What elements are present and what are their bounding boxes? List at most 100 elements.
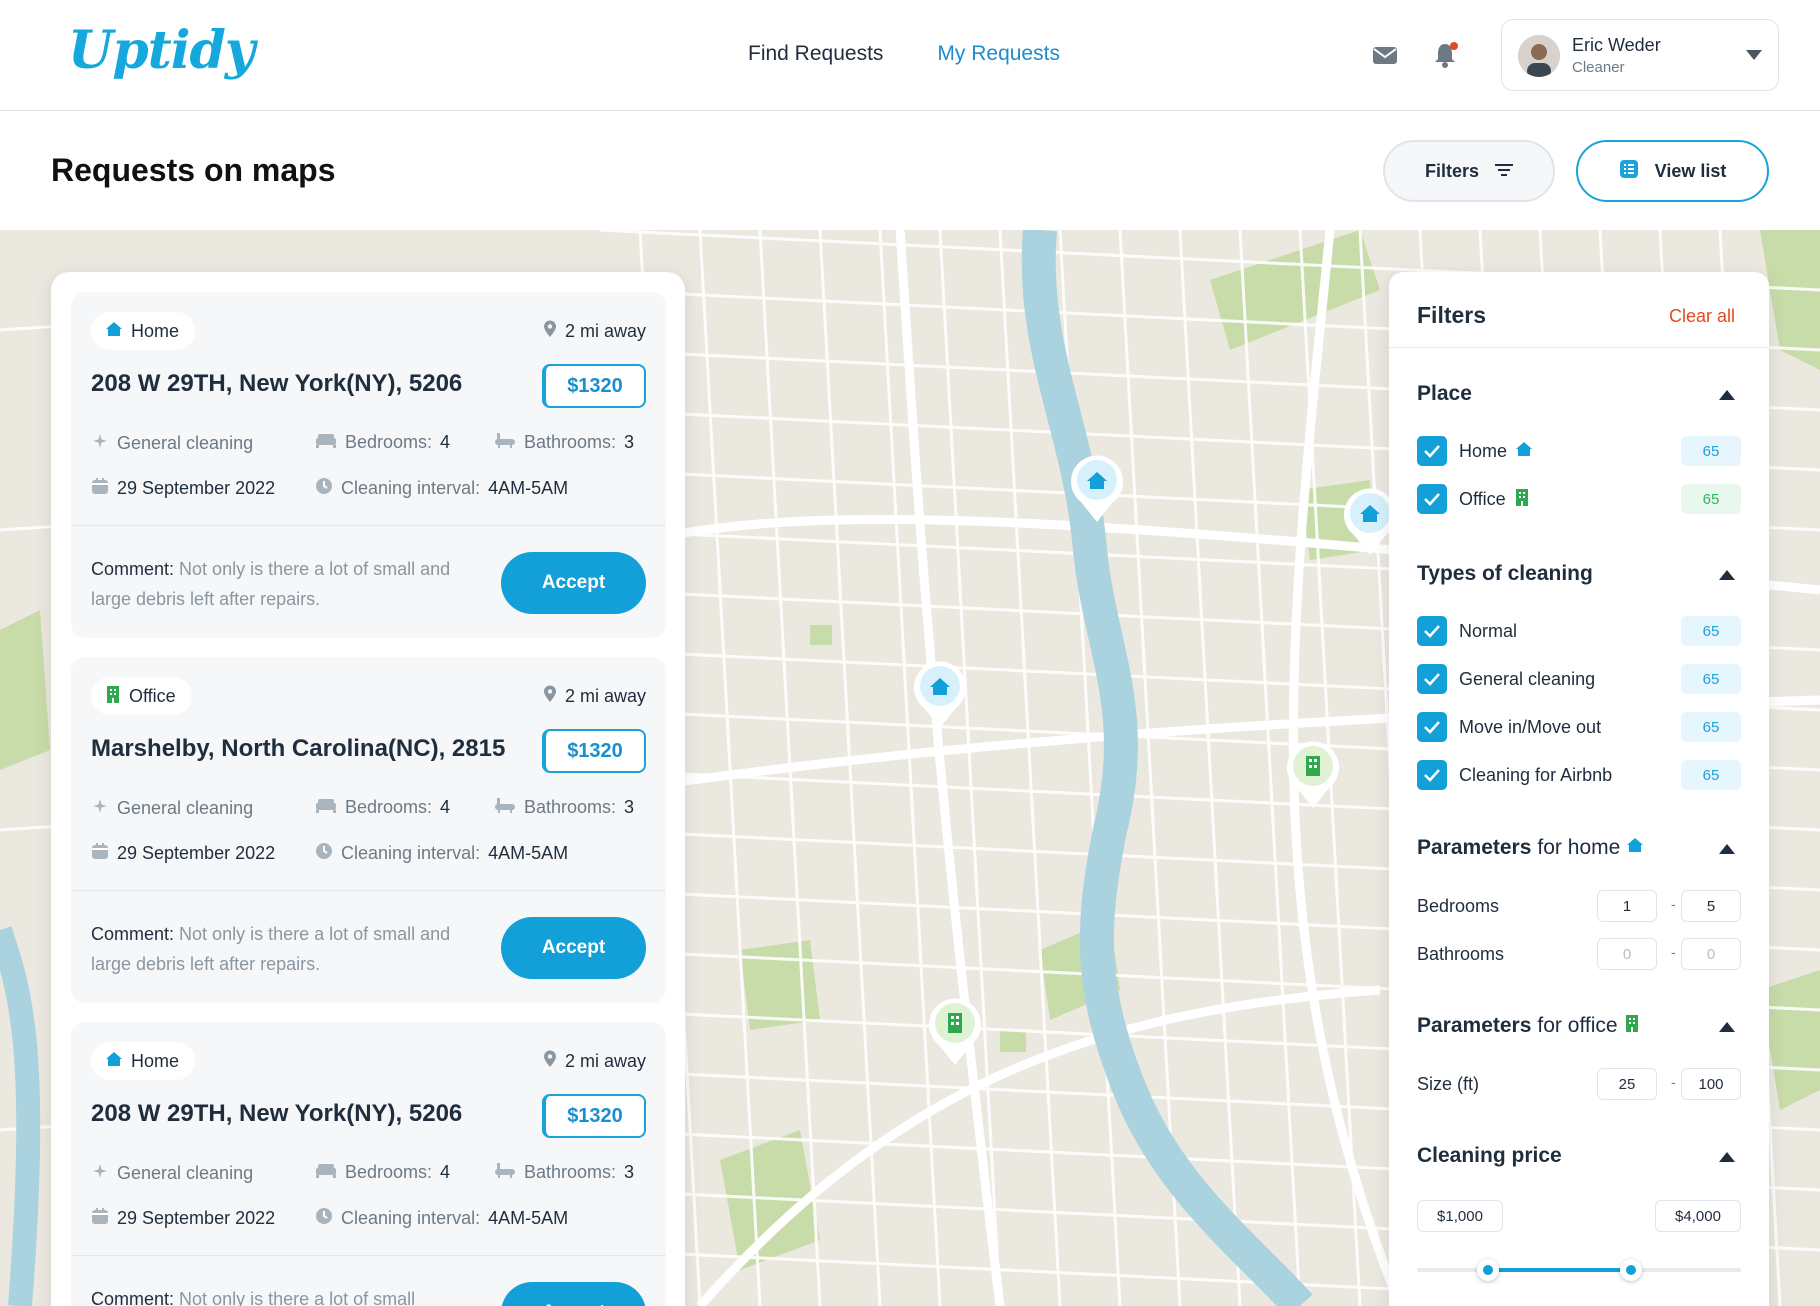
price-max-input[interactable]: $4,000 — [1655, 1200, 1741, 1232]
checkbox-type-airbnb[interactable]: Cleaning for Airbnb 65 — [1417, 760, 1741, 790]
cleaning-type-text: General cleaning — [117, 798, 254, 818]
bathrooms-label: Bathrooms: — [524, 1162, 617, 1182]
checkbox-checked[interactable] — [1417, 760, 1447, 790]
section-office-params-bold: Parameters — [1417, 1014, 1532, 1037]
checkbox-checked[interactable] — [1417, 712, 1447, 742]
clock-icon — [315, 477, 333, 500]
filters-button[interactable]: Filters — [1383, 140, 1555, 202]
request-card-details: Home 2 mi away 208 W 29TH, New York(NY),… — [71, 1022, 666, 1256]
calendar-icon — [91, 842, 109, 865]
checkbox-place-office[interactable]: Office 65 — [1417, 484, 1741, 514]
request-card[interactable]: Home 2 mi away 208 W 29TH, New York(NY),… — [71, 292, 666, 638]
bedrooms-label: Bedrooms: — [345, 1162, 433, 1182]
checkbox-type-general[interactable]: General cleaning 65 — [1417, 664, 1741, 694]
request-card[interactable]: Office 2 mi away Marshelby, North Caroli… — [71, 657, 666, 1003]
section-price-label: Cleaning price — [1417, 1144, 1562, 1167]
place-badge: Home — [91, 1042, 196, 1080]
bedrooms-range-label: Bedrooms — [1417, 896, 1500, 916]
size-range: Size (ft) 25 - 100 — [1417, 1068, 1741, 1100]
cleaning-type: General cleaning — [91, 797, 253, 820]
bedrooms-value: 4 — [440, 1162, 451, 1182]
section-place-label: Place — [1417, 382, 1472, 405]
checkbox-checked[interactable] — [1417, 664, 1447, 694]
size-range-label: Size (ft) — [1417, 1074, 1480, 1094]
request-card[interactable]: Home 2 mi away 208 W 29TH, New York(NY),… — [71, 1022, 666, 1306]
cleaning-date: 29 September 2022 — [91, 477, 275, 500]
main-nav: Find Requests My Requests — [748, 42, 1060, 66]
chevron-up-icon[interactable] — [1719, 570, 1735, 580]
accept-button[interactable]: Accept — [501, 552, 646, 614]
price-badge: $1320 — [542, 729, 646, 773]
filters-header: Filters Clear all — [1389, 272, 1769, 348]
checkbox-checked[interactable] — [1417, 436, 1447, 466]
size-max-input[interactable]: 100 — [1681, 1068, 1741, 1100]
size-min-input[interactable]: 25 — [1597, 1068, 1657, 1100]
accept-button[interactable]: Accept — [501, 917, 646, 979]
date-value: 29 September 2022 — [117, 478, 276, 498]
price-min-handle[interactable] — [1477, 1259, 1500, 1281]
bathrooms-range-label: Bathrooms — [1417, 944, 1505, 964]
map-pin-office[interactable] — [925, 995, 985, 1067]
chevron-up-icon[interactable] — [1719, 1152, 1735, 1162]
range-dash: - — [1671, 1074, 1676, 1090]
bedrooms-max-input[interactable]: 5 — [1681, 890, 1741, 922]
request-comment: Comment: Not only is there a lot of smal… — [91, 554, 471, 614]
price-min-input[interactable]: $1,000 — [1417, 1200, 1503, 1232]
place-label: Home — [131, 320, 180, 341]
bathrooms-max-input[interactable]: 0 — [1681, 938, 1741, 970]
bathrooms-label: Bathrooms: — [524, 432, 617, 452]
user-menu[interactable]: Eric Weder Cleaner — [1501, 19, 1779, 91]
map-pin-home[interactable] — [1067, 452, 1127, 524]
checkbox-type-move[interactable]: Move in/Move out 65 — [1417, 712, 1741, 742]
bathtub-icon — [494, 1162, 516, 1183]
chevron-down-icon[interactable] — [1746, 50, 1762, 60]
cleaning-type-text: General cleaning — [117, 1163, 254, 1183]
map-pin-home[interactable] — [910, 658, 970, 730]
section-home-params-light: for home — [1537, 836, 1621, 859]
comment-label: Comment: — [91, 559, 175, 579]
bedrooms-label: Bedrooms: — [345, 432, 433, 452]
clear-all-link[interactable]: Clear all — [1669, 306, 1735, 327]
checkbox-type-normal[interactable]: Normal 65 — [1417, 616, 1741, 646]
interval-label: Cleaning interval: — [341, 1208, 481, 1228]
chevron-up-icon[interactable] — [1719, 844, 1735, 854]
count-badge: 65 — [1681, 712, 1741, 742]
chevron-up-icon[interactable] — [1719, 390, 1735, 400]
place-badge: Office — [91, 677, 192, 715]
home-icon — [105, 1050, 123, 1073]
requests-list-panel[interactable]: Home 2 mi away 208 W 29TH, New York(NY),… — [51, 272, 685, 1306]
price-range-fill — [1488, 1268, 1631, 1272]
notification-bell-icon[interactable] — [1430, 40, 1460, 70]
avatar — [1518, 35, 1560, 77]
view-list-button[interactable]: View list — [1576, 140, 1769, 202]
bed-icon — [315, 1162, 337, 1183]
bathrooms-range: Bathrooms 0 - 0 — [1417, 938, 1741, 970]
checkbox-label: Normal — [1459, 620, 1518, 641]
date-value: 29 September 2022 — [117, 843, 276, 863]
interval-label: Cleaning interval: — [341, 478, 481, 498]
comment-label: Comment: — [91, 1289, 175, 1306]
checkbox-place-home[interactable]: Home 65 — [1417, 436, 1741, 466]
chevron-up-icon[interactable] — [1719, 1022, 1735, 1032]
count-badge: 65 — [1681, 436, 1741, 466]
location-pin-icon — [543, 685, 557, 708]
price-max-handle[interactable] — [1619, 1259, 1642, 1281]
bedrooms-min-input[interactable]: 1 — [1597, 890, 1657, 922]
brand-logo[interactable]: Uptidy — [68, 20, 255, 81]
distance: 2 mi away — [543, 320, 646, 343]
price-range-slider[interactable] — [1417, 1259, 1741, 1281]
accept-button[interactable]: Accept — [501, 1282, 646, 1306]
checkbox-checked[interactable] — [1417, 616, 1447, 646]
map-pin-office[interactable] — [1283, 738, 1343, 810]
mail-icon[interactable] — [1370, 40, 1400, 70]
nav-find-requests[interactable]: Find Requests — [748, 42, 883, 66]
place-badge: Home — [91, 312, 196, 350]
checkbox-checked[interactable] — [1417, 484, 1447, 514]
bathtub-icon — [494, 797, 516, 818]
office-icon — [1624, 1014, 1640, 1038]
bathrooms-min-input[interactable]: 0 — [1597, 938, 1657, 970]
page-title: Requests on maps — [51, 152, 336, 188]
price-badge: $1320 — [542, 364, 646, 408]
home-icon — [1515, 440, 1533, 463]
nav-my-requests[interactable]: My Requests — [937, 42, 1060, 66]
